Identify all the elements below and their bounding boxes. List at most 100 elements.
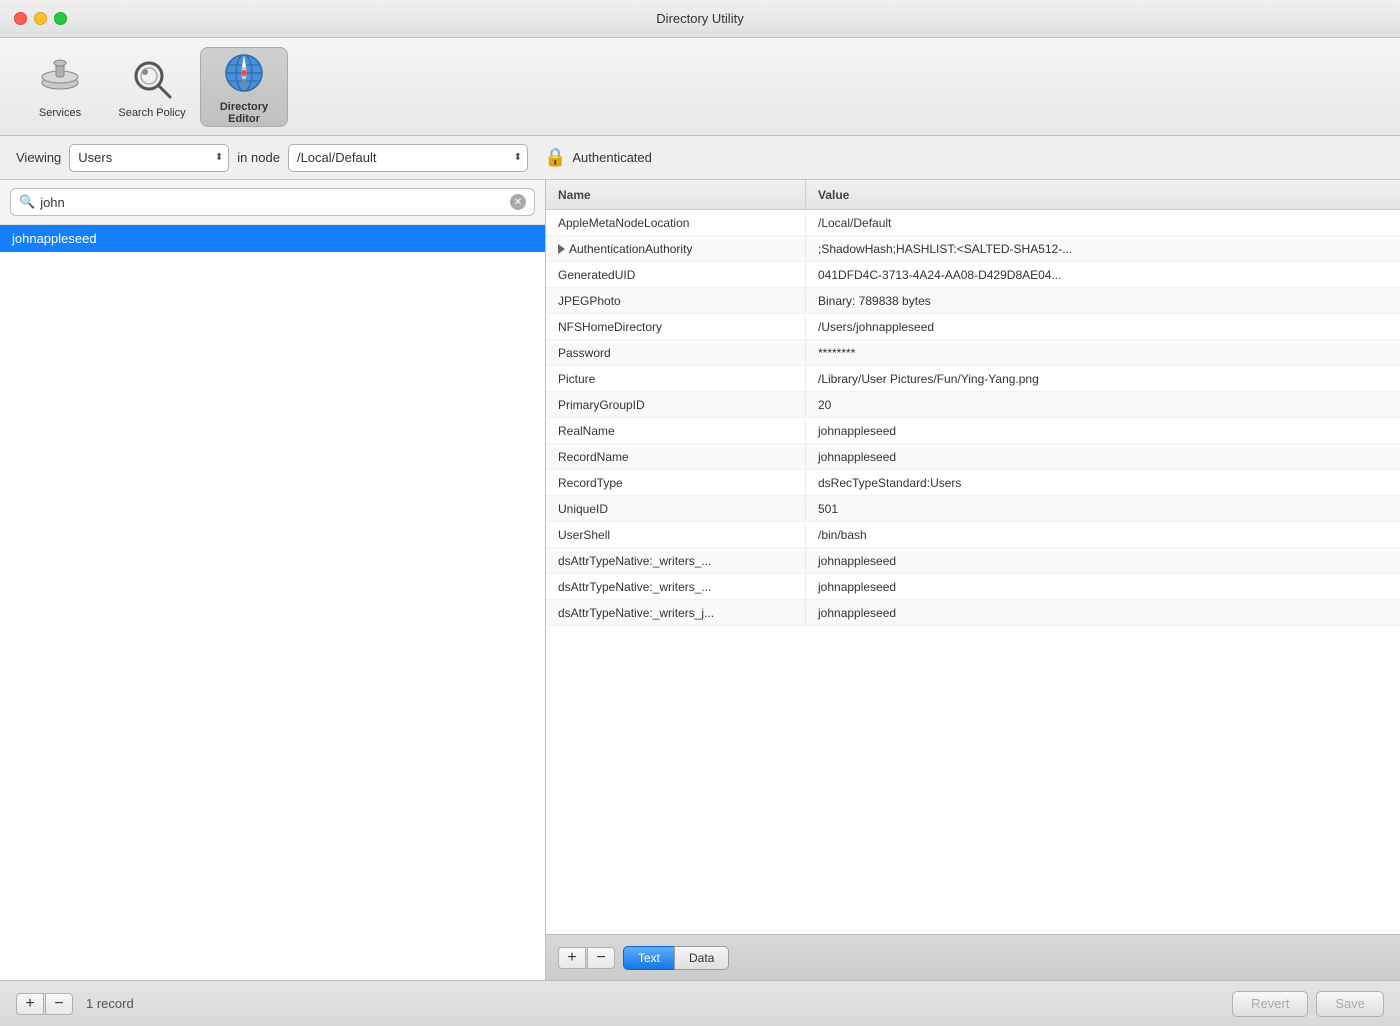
right-panel: Name Value AppleMetaNodeLocation/Local/D…	[546, 180, 1400, 980]
lock-wrapper: 🔒 Authenticated	[544, 147, 652, 168]
add-button[interactable]: +	[16, 993, 44, 1015]
table-row[interactable]: RealNamejohnappleseed	[546, 418, 1400, 444]
col-value-header: Value	[806, 180, 1400, 209]
cell-value: 041DFD4C-3713-4A24-AA08-D429D8AE04...	[806, 264, 1400, 286]
app-bottom-bar: + − 1 record Revert Save	[0, 980, 1400, 1026]
table-row[interactable]: dsAttrTypeNative:_writers_...johnapplese…	[546, 548, 1400, 574]
cell-value: ********	[806, 342, 1400, 364]
minimize-button[interactable]	[34, 12, 47, 25]
lock-icon[interactable]: 🔒	[544, 147, 566, 168]
bottom-right: Revert Save	[1232, 991, 1384, 1017]
cell-name: RealName	[546, 420, 806, 442]
title-bar: Directory Utility	[0, 0, 1400, 38]
remove-button[interactable]: −	[45, 993, 73, 1015]
cell-value: johnappleseed	[806, 446, 1400, 468]
table-row[interactable]: GeneratedUID041DFD4C-3713-4A24-AA08-D429…	[546, 262, 1400, 288]
table-row[interactable]: UserShell/bin/bash	[546, 522, 1400, 548]
cell-value: ;ShadowHash;HASHLIST:<SALTED-SHA512-...	[806, 238, 1400, 260]
col-name-header: Name	[546, 180, 806, 209]
close-button[interactable]	[14, 12, 27, 25]
table-row[interactable]: PrimaryGroupID20	[546, 392, 1400, 418]
cell-name: NFSHomeDirectory	[546, 316, 806, 338]
cell-name: RecordName	[546, 446, 806, 468]
cell-name: UserShell	[546, 524, 806, 546]
viewing-label: Viewing	[16, 150, 61, 165]
user-list: johnappleseed	[0, 225, 545, 980]
bottom-left: + − 1 record	[16, 993, 134, 1015]
services-icon	[36, 55, 84, 103]
revert-button[interactable]: Revert	[1232, 991, 1308, 1017]
search-clear-button[interactable]: ✕	[510, 194, 526, 210]
right-bottom-bar: + − Text Data	[546, 934, 1400, 980]
table-row[interactable]: Picture/Library/User Pictures/Fun/Ying-Y…	[546, 366, 1400, 392]
right-add-button[interactable]: +	[558, 947, 586, 969]
right-remove-button[interactable]: −	[587, 947, 615, 969]
cell-name: dsAttrTypeNative:_writers_j...	[546, 602, 806, 624]
viewing-bar: Viewing Users Groups Computers ⬍ in node…	[0, 136, 1400, 180]
cell-value: 20	[806, 394, 1400, 416]
table-body: AppleMetaNodeLocation/Local/DefaultAuthe…	[546, 210, 1400, 934]
table-row[interactable]: UniqueID501	[546, 496, 1400, 522]
table-row[interactable]: AuthenticationAuthority;ShadowHash;HASHL…	[546, 236, 1400, 262]
table-row[interactable]: JPEGPhotoBinary: 789838 bytes	[546, 288, 1400, 314]
cell-name: JPEGPhoto	[546, 290, 806, 312]
cell-value: 501	[806, 498, 1400, 520]
directory-editor-button[interactable]: Directory Editor	[200, 47, 288, 127]
cell-value: johnappleseed	[806, 550, 1400, 572]
cell-name: AppleMetaNodeLocation	[546, 212, 806, 234]
cell-name: dsAttrTypeNative:_writers_...	[546, 550, 806, 572]
table-row[interactable]: dsAttrTypeNative:_writers_j...johnapples…	[546, 600, 1400, 626]
expand-triangle-icon[interactable]	[558, 244, 565, 254]
left-panel: 🔍 ✕ johnappleseed	[0, 180, 546, 980]
viewing-select[interactable]: Users Groups Computers	[69, 144, 229, 172]
table-row[interactable]: dsAttrTypeNative:_writers_...johnapplese…	[546, 574, 1400, 600]
services-label: Services	[39, 107, 81, 119]
cell-value: /bin/bash	[806, 524, 1400, 546]
text-data-buttons: Text Data	[623, 946, 729, 970]
search-input[interactable]	[40, 195, 510, 210]
services-button[interactable]: Services	[16, 47, 104, 127]
cell-name: UniqueID	[546, 498, 806, 520]
cell-value: johnappleseed	[806, 576, 1400, 598]
cell-name: PrimaryGroupID	[546, 394, 806, 416]
data-button[interactable]: Data	[674, 946, 729, 970]
add-remove-buttons: + −	[16, 993, 73, 1015]
cell-name: Picture	[546, 368, 806, 390]
search-input-wrapper: 🔍 ✕	[10, 188, 535, 216]
text-button[interactable]: Text	[623, 946, 674, 970]
cell-value: johnappleseed	[806, 420, 1400, 442]
table-row[interactable]: NFSHomeDirectory/Users/johnappleseed	[546, 314, 1400, 340]
table-row[interactable]: Password********	[546, 340, 1400, 366]
node-select-wrapper: /Local/Default ⬍	[288, 144, 528, 172]
main-content: 🔍 ✕ johnappleseed Name Value AppleMetaNo…	[0, 180, 1400, 980]
toolbar: Services Search Policy	[0, 38, 1400, 136]
cell-value: dsRecTypeStandard:Users	[806, 472, 1400, 494]
right-add-remove-buttons: + −	[558, 947, 615, 969]
viewing-select-wrapper: Users Groups Computers ⬍	[69, 144, 229, 172]
cell-name: RecordType	[546, 472, 806, 494]
search-icon: 🔍	[19, 194, 35, 210]
node-select[interactable]: /Local/Default	[288, 144, 528, 172]
cell-value: Binary: 789838 bytes	[806, 290, 1400, 312]
cell-value: johnappleseed	[806, 602, 1400, 624]
window-title: Directory Utility	[656, 11, 743, 26]
list-item[interactable]: johnappleseed	[0, 225, 545, 252]
cell-name: AuthenticationAuthority	[546, 238, 806, 260]
cell-value: /Library/User Pictures/Fun/Ying-Yang.png	[806, 368, 1400, 390]
table-row[interactable]: AppleMetaNodeLocation/Local/Default	[546, 210, 1400, 236]
search-bar: 🔍 ✕	[0, 180, 545, 225]
search-policy-icon	[128, 55, 176, 103]
cell-name: Password	[546, 342, 806, 364]
authenticated-label: Authenticated	[572, 150, 652, 165]
record-count: 1 record	[86, 996, 134, 1011]
directory-editor-icon	[220, 49, 268, 97]
table-row[interactable]: RecordTypedsRecTypeStandard:Users	[546, 470, 1400, 496]
maximize-button[interactable]	[54, 12, 67, 25]
table-row[interactable]: RecordNamejohnappleseed	[546, 444, 1400, 470]
cell-value: /Local/Default	[806, 212, 1400, 234]
search-policy-button[interactable]: Search Policy	[108, 47, 196, 127]
in-node-label: in node	[237, 150, 280, 165]
cell-name: GeneratedUID	[546, 264, 806, 286]
directory-editor-label: Directory Editor	[205, 101, 283, 125]
save-button[interactable]: Save	[1316, 991, 1384, 1017]
